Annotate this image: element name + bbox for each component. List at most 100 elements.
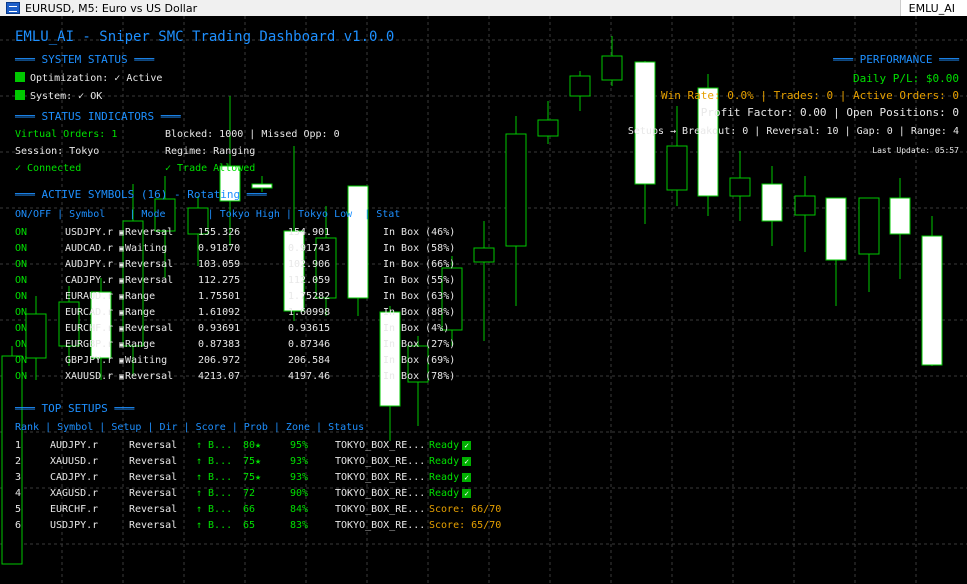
tokyo-high: 4213.07 xyxy=(198,371,241,382)
candle-body xyxy=(347,185,369,299)
symbol-name: GBPJPY.r xyxy=(65,355,114,366)
setup-status: Score: 65/70 xyxy=(429,520,502,531)
symbol-mode: Range xyxy=(125,307,156,318)
candle-body xyxy=(761,183,783,222)
profit-factor: Profit Factor: 0.00 | Open Positions: 0 xyxy=(700,106,959,119)
setup-symbol: AUDJPY.r xyxy=(50,440,99,451)
top-setups-header-text: TOP SETUPS xyxy=(41,402,108,415)
candle-body xyxy=(634,61,656,185)
tokyo-high: 206.972 xyxy=(198,355,241,366)
symbol-mode: Reversal xyxy=(125,275,174,286)
symbol-toggle[interactable]: ON xyxy=(15,243,27,255)
active-symbols-columns: ON/OFF | Symbol | Mode | Tokyo High | To… xyxy=(15,209,401,220)
optimization-text: Optimization: ✓ Active xyxy=(30,73,163,84)
candle xyxy=(347,185,369,316)
symbol-toggle[interactable]: ON xyxy=(15,259,27,271)
candle-body xyxy=(889,197,911,235)
tokyo-low: 102.906 xyxy=(288,259,331,270)
tokyo-low: 154.901 xyxy=(288,227,331,238)
dashboard-title: EMLU_AI - Sniper SMC Trading Dashboard v… xyxy=(15,29,395,45)
regime: Regime: Ranging xyxy=(165,146,256,157)
symbol-toggle[interactable]: ON xyxy=(15,291,27,303)
symbol-status: In Box (4%) xyxy=(383,323,450,334)
setup-probability: 84% xyxy=(290,504,309,515)
symbol-toggle[interactable]: ON xyxy=(15,227,27,239)
candle-body xyxy=(537,119,559,137)
symbol-toggle[interactable]: ON xyxy=(15,275,27,287)
setup-type: Reversal xyxy=(129,504,178,515)
ready-check-icon: ✓ xyxy=(462,489,472,498)
symbol-mode: Waiting xyxy=(125,243,168,254)
tokyo-low: 1.60998 xyxy=(288,307,331,318)
setup-status: Score: 66/70 xyxy=(429,504,502,515)
trade-allowed-status: ✓ Trade Allowed xyxy=(165,163,256,174)
setup-rank: 4 xyxy=(15,488,22,499)
symbol-name: EURGBP.r xyxy=(65,339,114,350)
setup-symbol: XAGUSD.r xyxy=(50,488,99,499)
candle-body xyxy=(858,197,880,255)
candle xyxy=(794,176,816,252)
symbol-mode: Reversal xyxy=(125,323,174,334)
tokyo-high: 155.326 xyxy=(198,227,241,238)
candle xyxy=(569,71,591,111)
price-chart[interactable]: EMLU_AI - Sniper SMC Trading Dashboard v… xyxy=(0,16,967,584)
tokyo-low: 206.584 xyxy=(288,355,331,366)
symbol-name: EURCHF.r xyxy=(65,323,114,334)
tokyo-high: 112.275 xyxy=(198,275,241,286)
setup-type: Reversal xyxy=(129,440,178,451)
system-status-header-text: SYSTEM STATUS xyxy=(41,53,128,66)
chart-window-icon xyxy=(6,2,20,14)
setup-zone: TOKYO_BOX_RE... xyxy=(335,520,426,531)
candle xyxy=(25,296,47,380)
setup-direction: ↑ B... xyxy=(196,440,233,451)
setup-symbol: XAUUSD.r xyxy=(50,456,99,467)
symbol-toggle[interactable]: ON xyxy=(15,355,27,367)
ready-check-icon: ✓ xyxy=(462,457,472,466)
daily-pl: Daily P/L: $0.00 xyxy=(853,72,959,85)
setup-score: 75★ xyxy=(243,456,262,467)
tokyo-high: 1.75501 xyxy=(198,291,241,302)
setup-symbol: USDJPY.r xyxy=(50,520,99,531)
candle xyxy=(537,101,559,144)
symbol-status: In Box (58%) xyxy=(383,243,456,254)
candle xyxy=(473,221,495,341)
setup-probability: 93% xyxy=(290,456,309,467)
setup-zone: TOKYO_BOX_RE... xyxy=(335,440,426,451)
setup-probability: 83% xyxy=(290,520,309,531)
active-symbols-header: ═══ ACTIVE SYMBOLS (16) - Rotating ═══ xyxy=(15,188,267,201)
setup-direction: ↑ B... xyxy=(196,488,233,499)
window-title: EURUSD, M5: Euro vs US Dollar xyxy=(25,1,198,15)
win-rate: Win Rate: 0.0% | Trades: 0 | Active Orde… xyxy=(660,89,959,102)
symbol-status: In Box (69%) xyxy=(383,355,456,366)
symbol-mode: Range xyxy=(125,339,156,350)
setup-zone: TOKYO_BOX_RE... xyxy=(335,488,426,499)
window-titlebar[interactable]: EURUSD, M5: Euro vs US Dollar EMLU_AI xyxy=(0,0,967,16)
symbol-status: In Box (27%) xyxy=(383,339,456,350)
setup-rank: 2 xyxy=(15,456,22,467)
session: Session: Tokyo xyxy=(15,146,100,157)
symbol-toggle[interactable]: ON xyxy=(15,339,27,351)
symbol-status: In Box (66%) xyxy=(383,259,456,270)
setup-probability: 90% xyxy=(290,488,309,499)
last-update: Last Update: 05:57 xyxy=(872,146,959,155)
symbol-toggle[interactable]: ON xyxy=(15,323,27,335)
setup-status: Ready ✓ xyxy=(429,488,472,500)
candle-body xyxy=(601,55,623,81)
performance-header-text: PERFORMANCE xyxy=(859,53,933,66)
indicator-badge[interactable]: EMLU_AI xyxy=(899,0,967,16)
setup-symbol: EURCHF.r xyxy=(50,504,99,515)
blocked-missed: Blocked: 1000 | Missed Opp: 0 xyxy=(165,129,340,140)
symbol-toggle[interactable]: ON xyxy=(15,307,27,319)
setup-type: Reversal xyxy=(129,456,178,467)
setup-score: 72 xyxy=(243,488,256,499)
mode-box-icon: ▣ xyxy=(119,228,124,237)
setup-direction: ↑ B... xyxy=(196,520,233,531)
symbol-mode: Reversal xyxy=(125,371,174,382)
top-setups-columns: Rank | Symbol | Setup | Dir | Score | Pr… xyxy=(15,422,365,433)
status-square-icon xyxy=(15,90,25,100)
symbol-mode: Waiting xyxy=(125,355,168,366)
setup-direction: ↑ B... xyxy=(196,504,233,515)
candle xyxy=(601,36,623,86)
setup-probability: 93% xyxy=(290,472,309,483)
symbol-toggle[interactable]: ON xyxy=(15,371,27,383)
